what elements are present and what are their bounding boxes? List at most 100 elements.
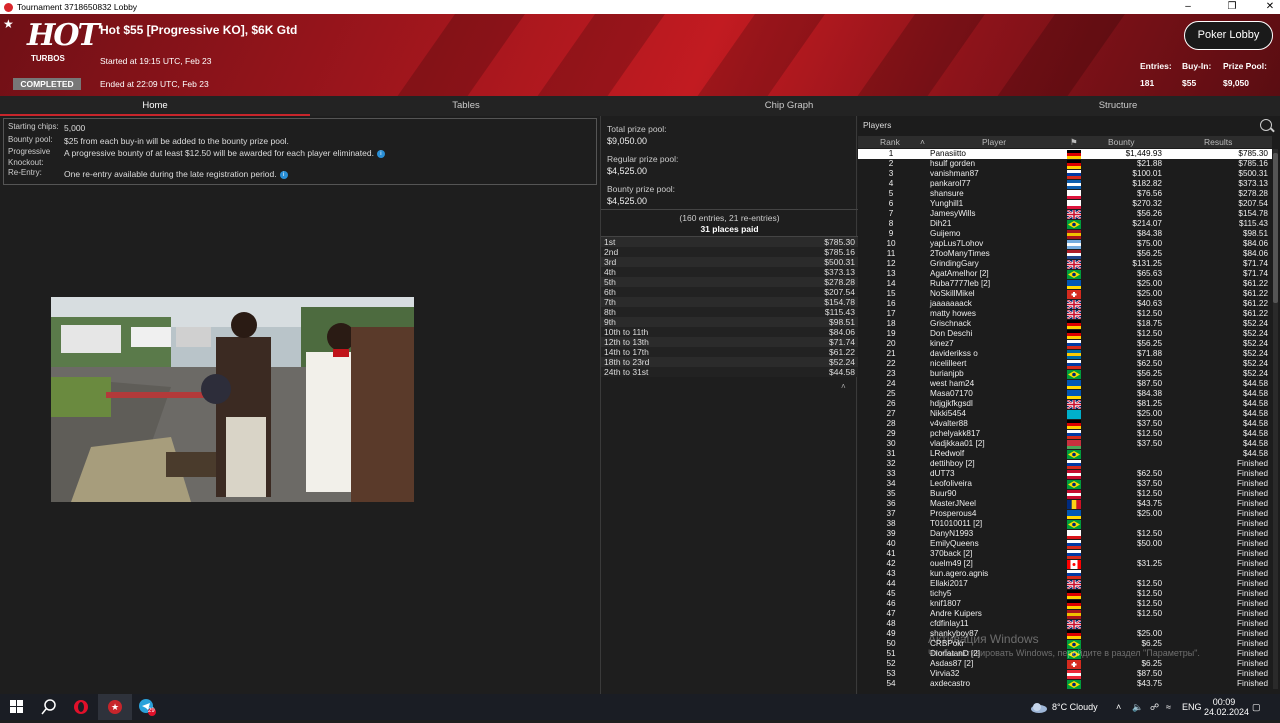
country-flag-icon (1067, 559, 1081, 569)
player-row[interactable]: 26 hdjgjkfkgsdl $81.25 $44.58 (858, 398, 1272, 410)
player-row[interactable]: 17 matty howes $12.50 $61.22 (858, 308, 1272, 320)
tab-structure[interactable]: Structure (956, 96, 1280, 116)
clock[interactable]: 00:09 24.02.2024 (1204, 697, 1249, 723)
player-row[interactable]: 21 daviderikss o $71.88 $52.24 (858, 349, 1272, 359)
player-row[interactable]: 15 NoSkillMikel $25.00 $61.22 (858, 289, 1272, 299)
player-row[interactable]: 46 knif1807 $12.50 Finished (858, 599, 1272, 609)
player-row[interactable]: 18 Grischnack $18.75 $52.24 (858, 319, 1272, 329)
player-result: $44.58 (1242, 419, 1268, 428)
player-row[interactable]: 19 Don Deschi $12.50 $52.24 (858, 329, 1272, 339)
info-icon[interactable]: i (279, 170, 288, 179)
player-row[interactable]: 28 v4valter88 $37.50 $44.58 (858, 419, 1272, 429)
player-row[interactable]: 20 kinez7 $56.25 $52.24 (858, 339, 1272, 349)
player-rank: 9 (888, 229, 894, 238)
player-bounty: $1,449.93 (1125, 149, 1162, 158)
player-row[interactable]: 12 GrindingGary $131.25 $71.74 (858, 258, 1272, 270)
player-bounty: $84.38 (1136, 389, 1162, 398)
player-row[interactable]: 30 vladjkkaa01 [2] $37.50 $44.58 (858, 439, 1272, 449)
player-row[interactable]: 25 Masa07170 $84.38 $44.58 (858, 389, 1272, 399)
player-row[interactable]: 7 JamesyWills $56.26 $154.78 (858, 208, 1272, 220)
maximize-icon[interactable]: ❐ (1212, 0, 1252, 14)
player-row[interactable]: 1 Panasiitto $1,449.93 $785.30 (858, 149, 1272, 159)
player-name: JamesyWills (930, 209, 976, 218)
player-row[interactable]: 49 shankyboy87 $25.00 Finished (858, 629, 1272, 639)
player-row[interactable]: 27 Nikki5454 $25.00 $44.58 (858, 409, 1272, 419)
players-scrollbar[interactable] (1273, 149, 1278, 689)
player-row[interactable]: 11 2TooManyTimes $56.25 $84.06 (858, 249, 1272, 259)
player-row[interactable]: 41 370back [2] Finished (858, 549, 1272, 559)
tab-tables[interactable]: Tables (310, 96, 622, 116)
player-row[interactable]: 34 Leofoliveira $37.50 Finished (858, 479, 1272, 489)
player-result: Finished (1237, 659, 1268, 668)
search-icon[interactable] (32, 694, 66, 720)
player-row[interactable]: 5 shansure $76.56 $278.28 (858, 189, 1272, 199)
column-rank[interactable]: Rank (880, 136, 900, 148)
payout-amount: $61.22 (829, 347, 855, 357)
player-row[interactable]: 8 Dih21 $214.07 $115.43 (858, 219, 1272, 229)
player-rank: 38 (886, 519, 896, 528)
player-row[interactable]: 14 Ruba7777leb [2] $25.00 $61.22 (858, 279, 1272, 289)
payout-amount: $154.78 (824, 297, 855, 307)
tray-chevron-icon[interactable]: ˄ (1116, 694, 1121, 720)
column-player[interactable]: Player (982, 136, 1006, 148)
player-row[interactable]: 2 hsulf gorden $21.88 $785.16 (858, 159, 1272, 169)
player-row[interactable]: 37 Prosperous4 $25.00 Finished (858, 509, 1272, 519)
column-bounty[interactable]: Bounty (1108, 136, 1134, 148)
sort-asc-icon[interactable]: ˄ (920, 136, 925, 148)
player-row[interactable]: 10 yapLus7Lohov $75.00 $84.06 (858, 239, 1272, 249)
close-icon[interactable]: ✕ (1250, 0, 1280, 14)
player-row[interactable]: 16 jaaaaaaack $40.63 $61.22 (858, 298, 1272, 310)
language-indicator[interactable]: ENG (1182, 694, 1202, 720)
player-row[interactable]: 53 Virvia32 $87.50 Finished (858, 669, 1272, 679)
player-row[interactable]: 45 tichy5 $12.50 Finished (858, 589, 1272, 599)
pokerstars-icon[interactable]: ★ (98, 694, 132, 720)
player-row[interactable]: 43 kun.agero.agnis Finished (858, 569, 1272, 579)
player-row[interactable]: 42 ouelm49 [2] $31.25 Finished (858, 559, 1272, 569)
player-result: Finished (1237, 489, 1268, 498)
country-flag-icon (1067, 669, 1081, 679)
weather-icon[interactable] (1030, 694, 1048, 720)
opera-icon[interactable] (64, 694, 98, 720)
volume-icon[interactable]: 🔈 (1132, 694, 1143, 720)
player-row[interactable]: 24 west ham24 $87.50 $44.58 (858, 379, 1272, 389)
player-row[interactable]: 4 pankarol77 $182.82 $373.13 (858, 179, 1272, 189)
player-row[interactable]: 6 Yunghill1 $270.32 $207.54 (858, 199, 1272, 209)
player-row[interactable]: 3 vanishman87 $100.01 $500.31 (858, 169, 1272, 179)
player-row[interactable]: 35 Buur90 $12.50 Finished (858, 489, 1272, 499)
player-row[interactable]: 22 nicelilleert $62.50 $52.24 (858, 359, 1272, 369)
player-rank: 39 (886, 529, 896, 538)
player-row[interactable]: 31 LRedwolf $44.58 (858, 449, 1272, 459)
player-row[interactable]: 32 dettihboy [2] Finished (858, 459, 1272, 469)
network-icon[interactable]: ☍ (1150, 694, 1159, 720)
player-row[interactable]: 38 T01010011 [2] Finished (858, 519, 1272, 529)
flag-column-icon[interactable]: ⚑ (1070, 136, 1078, 148)
player-row[interactable]: 29 pchelyakk817 $12.50 $44.58 (858, 429, 1272, 439)
weather-text[interactable]: 8°C Cloudy (1052, 694, 1098, 720)
player-row[interactable]: 52 Asdas87 [2] $6.25 Finished (858, 659, 1272, 669)
tab-home[interactable]: Home (0, 96, 310, 116)
player-row[interactable]: 39 DanyN1993 $12.50 Finished (858, 529, 1272, 539)
player-row[interactable]: 36 MasterJNeel $43.75 Finished (858, 499, 1272, 509)
player-rank: 12 (886, 259, 896, 268)
player-row[interactable]: 33 dUT73 $62.50 Finished (858, 469, 1272, 479)
telegram-icon[interactable]: 29 (130, 694, 164, 720)
start-icon[interactable] (0, 694, 34, 720)
player-rank: 49 (886, 629, 896, 638)
player-row[interactable]: 9 Guijemo $84.38 $98.51 (858, 229, 1272, 239)
player-row[interactable]: 44 Ellaki2017 $12.50 Finished (858, 578, 1272, 590)
player-row[interactable]: 40 EmilyQueens $50.00 Finished (858, 539, 1272, 549)
info-icon[interactable]: i (376, 149, 385, 158)
column-results[interactable]: Results (1204, 136, 1232, 148)
player-row[interactable]: 48 cfdfinlay11 Finished (858, 618, 1272, 630)
poker-lobby-button[interactable]: Poker Lobby (1184, 21, 1273, 50)
collapse-chevron-icon[interactable]: ˄ (841, 382, 846, 391)
wifi-icon[interactable]: ≈ (1166, 694, 1171, 720)
player-row[interactable]: 54 axdecastro $43.75 Finished (858, 679, 1272, 689)
notifications-icon[interactable]: ▢ (1252, 694, 1261, 720)
player-row[interactable]: 23 burianjpb $56.25 $52.24 (858, 369, 1272, 379)
search-icon[interactable] (1260, 119, 1272, 131)
player-row[interactable]: 47 Andre Kuipers $12.50 Finished (858, 609, 1272, 619)
tab-chip-graph[interactable]: Chip Graph (622, 96, 956, 116)
player-row[interactable]: 13 AgatAmelhor [2] $65.63 $71.74 (858, 269, 1272, 279)
minimize-icon[interactable]: – (1168, 0, 1208, 14)
